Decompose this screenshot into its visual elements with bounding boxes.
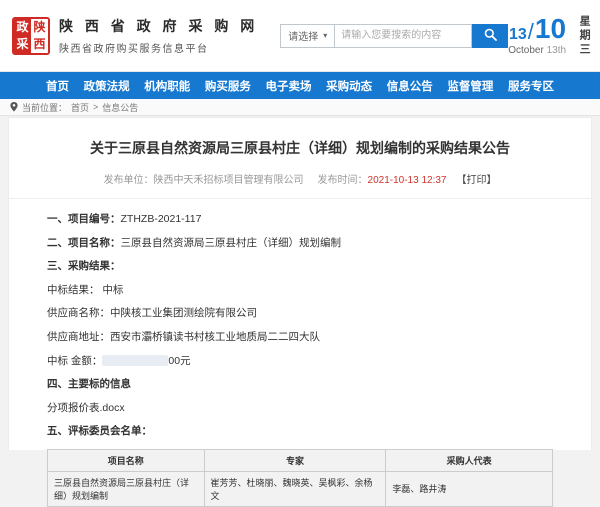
search-icon xyxy=(484,28,497,44)
bid-amount-label: 中标 金额： xyxy=(47,355,102,367)
bid-amount-line: 中标 金额： 00元 xyxy=(47,355,553,368)
supplier-name-label: 供应商名称： xyxy=(47,307,110,319)
print-button[interactable]: 【打印】 xyxy=(456,175,496,186)
date-slash: / xyxy=(528,21,534,43)
site-title: 陕 西 省 政 府 采 购 网 xyxy=(59,16,258,36)
nav-item-announcements[interactable]: 信息公告 xyxy=(387,78,433,94)
site-header: 政 陕 采 西 陕 西 省 政 府 采 购 网 陕西省政府购买服务信息平台 请选… xyxy=(0,0,600,72)
chevron-down-icon: ▾ xyxy=(323,31,327,40)
project-number-line: 一、项目编号：ZTHZB-2021-117 xyxy=(47,213,553,226)
search-bar: 请选择 ▾ xyxy=(280,24,508,48)
project-name-line: 二、项目名称：三原县自然资源局三原县村庄（详细）规划编制 xyxy=(47,237,553,250)
date-month: 10 xyxy=(535,15,566,43)
cell-experts: 崔芳芳、杜晓丽、魏晓英、吴枫彩、余杨文 xyxy=(204,471,386,506)
supplier-name-line: 供应商名称：中陕核工业集团测绘院有限公司 xyxy=(47,307,553,320)
search-button[interactable] xyxy=(472,24,508,48)
publish-time-label: 发布时间： xyxy=(318,175,368,186)
bid-result-line: 中标结果： 中标 xyxy=(47,284,553,297)
page-title: 关于三原县自然资源局三原县村庄（详细）规划编制的采购结果公告 xyxy=(29,138,571,158)
column-header-project: 项目名称 xyxy=(48,449,205,471)
result-section-heading: 三、采购结果： xyxy=(47,260,553,273)
redacted-amount xyxy=(102,355,168,366)
main-nav: 首页 政策法规 机构职能 购买服务 电子卖场 采购动态 信息公告 监督管理 服务… xyxy=(0,72,600,99)
date-block: 13 / 10 October 13th 星期三 xyxy=(508,15,600,57)
committee-table: 项目名称 专家 采购人代表 三原县自然资源局三原县村庄（详细）规划编制 崔芳芳、… xyxy=(47,449,553,507)
search-category-select[interactable]: 请选择 ▾ xyxy=(280,24,334,48)
weekday-label: 星期三 xyxy=(576,15,592,57)
project-name-value: 三原县自然资源局三原县村庄（详细）规划编制 xyxy=(121,237,342,249)
breadcrumb-label: 当前位置： xyxy=(22,101,67,114)
breadcrumb-current: 信息公告 xyxy=(102,101,138,114)
bid-amount-suffix: 00元 xyxy=(168,355,190,367)
supplier-address-value: 西安市灞桥镇读书村核工业地质局二二四大队 xyxy=(110,331,320,343)
announcement-card: 关于三原县自然资源局三原县村庄（详细）规划编制的采购结果公告 发布单位：陕西中天… xyxy=(8,117,592,450)
supplier-address-label: 供应商地址： xyxy=(47,331,110,343)
project-number-label: 一、项目编号： xyxy=(47,213,121,225)
breadcrumb: 当前位置： 首页 > 信息公告 xyxy=(0,99,600,116)
table-header-row: 项目名称 专家 采购人代表 xyxy=(48,449,553,471)
nav-item-service-zone[interactable]: 服务专区 xyxy=(508,78,554,94)
search-input[interactable] xyxy=(334,24,472,48)
supplier-name-value: 中陕核工业集团测绘院有限公司 xyxy=(110,307,257,319)
announcement-meta: 发布单位：陕西中天禾招标项目管理有限公司 发布时间：2021-10-13 12:3… xyxy=(29,171,571,186)
search-select-label: 请选择 xyxy=(288,28,318,43)
project-name-label: 二、项目名称： xyxy=(47,237,121,249)
subject-section-heading: 四、主要标的信息 xyxy=(47,378,553,391)
nav-item-services[interactable]: 购买服务 xyxy=(205,78,251,94)
table-row: 三原县自然资源局三原县村庄（详细）规划编制 崔芳芳、杜晓丽、魏晓英、吴枫彩、余杨… xyxy=(48,471,553,506)
logo-char: 采 xyxy=(14,36,31,53)
date-numbers: 13 / 10 October 13th xyxy=(508,15,566,56)
bid-result-label: 中标结果： xyxy=(47,284,100,296)
location-pin-icon xyxy=(10,102,18,112)
column-header-experts: 专家 xyxy=(204,449,386,471)
announcement-body: 一、项目编号：ZTHZB-2021-117 二、项目名称：三原县自然资源局三原县… xyxy=(9,199,591,507)
nav-item-home[interactable]: 首页 xyxy=(46,78,69,94)
publisher-value: 陕西中天禾招标项目管理有限公司 xyxy=(154,175,304,186)
logo-char: 陕 xyxy=(31,19,48,36)
nav-item-emall[interactable]: 电子卖场 xyxy=(266,78,312,94)
cell-purchaser-reps: 李磊、路井涛 xyxy=(386,471,553,506)
project-number-value: ZTHZB-2021-117 xyxy=(121,213,202,225)
cell-project-name: 三原县自然资源局三原县村庄（详细）规划编制 xyxy=(48,471,205,506)
date-month-en: October xyxy=(508,45,544,56)
publish-time-value: 2021-10-13 12:37 xyxy=(368,175,447,186)
date-ordinal: 13th xyxy=(547,45,566,56)
site-names: 陕 西 省 政 府 采 购 网 陕西省政府购买服务信息平台 xyxy=(59,16,258,55)
site-subtitle: 陕西省政府购买服务信息平台 xyxy=(59,40,258,55)
logo-char: 政 xyxy=(14,19,31,36)
site-logo: 政 陕 采 西 xyxy=(12,17,50,55)
breadcrumb-home[interactable]: 首页 xyxy=(71,101,89,114)
nav-item-functions[interactable]: 机构职能 xyxy=(144,78,190,94)
nav-item-supervision[interactable]: 监督管理 xyxy=(447,78,493,94)
breadcrumb-separator: > xyxy=(93,102,98,112)
nav-item-trends[interactable]: 采购动态 xyxy=(326,78,372,94)
bid-result-value: 中标 xyxy=(102,284,123,296)
logo-char: 西 xyxy=(31,36,48,53)
attachment-link: 分项报价表.docx xyxy=(47,402,553,415)
announcement-header: 关于三原县自然资源局三原县村庄（详细）规划编制的采购结果公告 发布单位：陕西中天… xyxy=(9,118,591,199)
column-header-purchaser: 采购人代表 xyxy=(386,449,553,471)
attachment-filename[interactable]: 分项报价表.docx xyxy=(47,402,125,414)
nav-item-policies[interactable]: 政策法规 xyxy=(84,78,130,94)
committee-section-heading: 五、评标委员会名单： xyxy=(47,425,553,438)
publisher-label: 发布单位： xyxy=(104,175,154,186)
supplier-address-line: 供应商地址：西安市灞桥镇读书村核工业地质局二二四大队 xyxy=(47,331,553,344)
date-day: 13 xyxy=(509,27,527,43)
